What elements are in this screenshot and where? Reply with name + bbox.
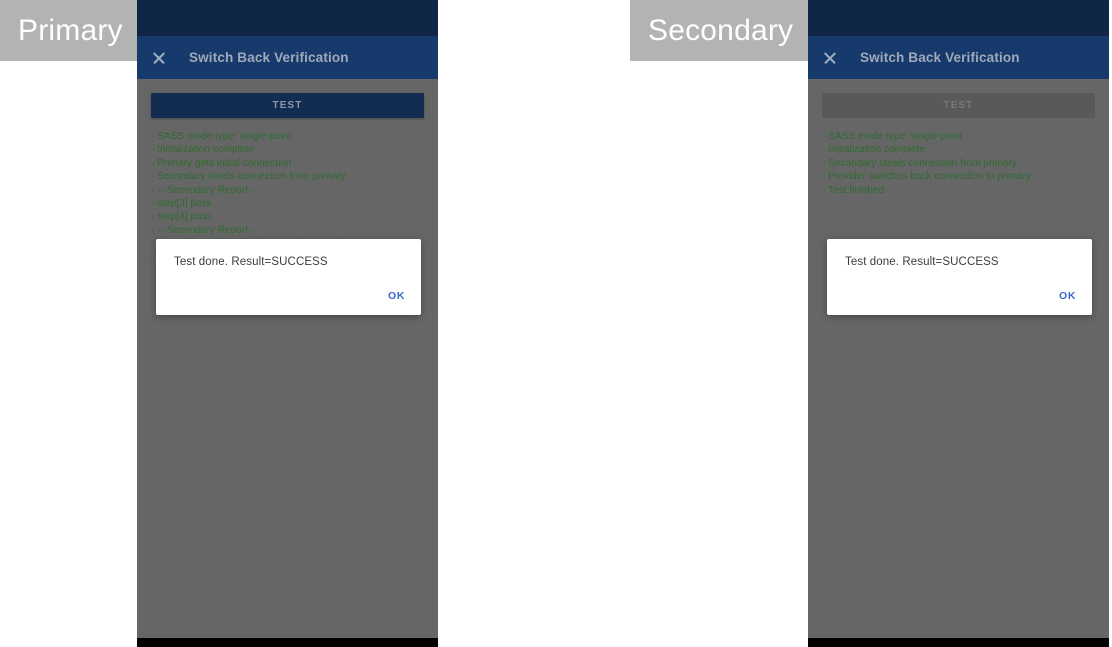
dialog-actions: OK bbox=[388, 286, 405, 304]
status-bar-secondary bbox=[808, 0, 1109, 36]
dialog-message: Test done. Result=SUCCESS bbox=[845, 256, 999, 268]
nav-bar-primary bbox=[137, 638, 438, 647]
app-bar-secondary: Switch Back Verification bbox=[808, 36, 1109, 79]
test-button-label: TEST bbox=[943, 100, 974, 111]
log-line: - -- Secondary Report -- bbox=[151, 184, 258, 196]
log-line: - step[3] pass bbox=[151, 198, 212, 210]
test-button[interactable]: TEST bbox=[822, 93, 1095, 118]
log-line: - Primary gets initial connection bbox=[151, 157, 292, 169]
dialog-ok-button[interactable]: OK bbox=[388, 290, 405, 302]
app-bar-title: Switch Back Verification bbox=[860, 50, 1020, 65]
log-line: - Initialization complete bbox=[151, 144, 254, 156]
log-line: - step[4] pass bbox=[151, 211, 212, 223]
dialog-ok-button[interactable]: OK bbox=[1059, 290, 1076, 302]
dialog-message: Test done. Result=SUCCESS bbox=[174, 256, 328, 268]
role-label-secondary-text: Secondary bbox=[648, 13, 794, 47]
log-line: - SASS mode type: single-point bbox=[151, 131, 292, 142]
log-line: - Secondary steals connection from prima… bbox=[151, 171, 346, 183]
test-button[interactable]: TEST bbox=[151, 93, 424, 118]
log-line: - Provider switches back connection to p… bbox=[822, 171, 1032, 183]
result-dialog: Test done. Result=SUCCESS OK bbox=[827, 239, 1092, 315]
dialog-actions: OK bbox=[1059, 286, 1076, 304]
status-bar-primary bbox=[137, 0, 438, 36]
log-line: - SASS mode type: single-point bbox=[822, 131, 963, 142]
close-icon[interactable] bbox=[151, 50, 167, 66]
device-primary: Switch Back Verification TEST - SASS mod… bbox=[137, 0, 438, 647]
device-secondary: Switch Back Verification TEST - SASS mod… bbox=[808, 0, 1109, 647]
screen-content-secondary: TEST - SASS mode type: single-point - In… bbox=[808, 79, 1109, 647]
screen-content-primary: TEST - SASS mode type: single-point - In… bbox=[137, 79, 438, 647]
role-label-secondary: Secondary bbox=[630, 0, 808, 61]
log-line: - -- Secondary Report -- bbox=[151, 224, 258, 236]
log-line: - Initialization complete bbox=[822, 144, 925, 156]
test-button-label: TEST bbox=[272, 100, 303, 111]
app-bar-primary: Switch Back Verification bbox=[137, 36, 438, 79]
nav-bar-secondary bbox=[808, 638, 1109, 647]
result-dialog: Test done. Result=SUCCESS OK bbox=[156, 239, 421, 315]
close-icon[interactable] bbox=[822, 50, 838, 66]
role-label-primary-text: Primary bbox=[18, 13, 123, 47]
log-line: - Test finished bbox=[822, 184, 885, 196]
log-line: - Secondary steals connection from prima… bbox=[822, 157, 1017, 169]
role-label-primary: Primary bbox=[0, 0, 137, 61]
log-list-secondary: - SASS mode type: single-point - Initial… bbox=[822, 130, 1095, 197]
app-bar-title: Switch Back Verification bbox=[189, 50, 349, 65]
